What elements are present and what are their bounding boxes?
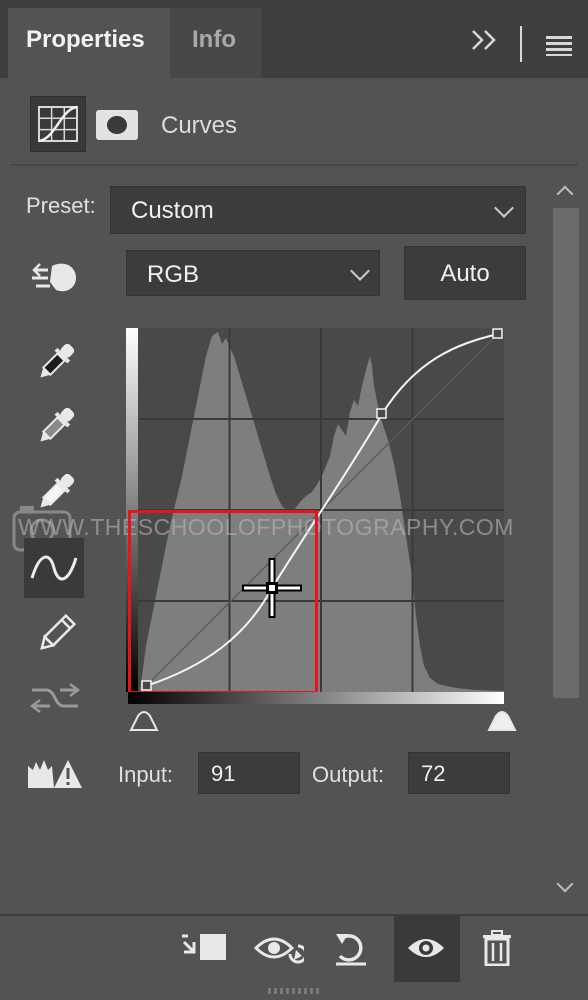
smooth-curve-icon[interactable] — [30, 678, 82, 718]
scroll-up-icon[interactable] — [556, 185, 574, 203]
black-point-slider[interactable] — [128, 704, 160, 734]
tab-properties[interactable]: Properties — [8, 8, 170, 78]
output-value-field[interactable]: 72 — [408, 752, 510, 794]
reset-icon[interactable] — [332, 930, 370, 968]
delete-icon[interactable] — [482, 930, 512, 966]
preset-label: Preset: — [26, 193, 96, 218]
tab-divider — [520, 26, 522, 62]
scroll-down-icon[interactable] — [556, 875, 574, 893]
curve-point-white[interactable] — [492, 328, 503, 339]
clipping-warning-icon[interactable] — [26, 756, 84, 792]
auto-button-label: Auto — [440, 260, 490, 287]
layer-mask-icon[interactable] — [96, 110, 138, 140]
pencil-icon[interactable] — [34, 612, 78, 656]
chevron-down-icon — [494, 198, 514, 218]
tab-info[interactable]: Info — [170, 8, 263, 78]
black-point-eyedropper-icon[interactable] — [34, 340, 78, 384]
preset-dropdown[interactable]: Custom — [110, 186, 526, 234]
output-label: Output: — [312, 762, 385, 787]
tab-info-label: Info — [192, 26, 236, 53]
on-image-adjust-icon[interactable] — [30, 258, 80, 298]
highlight-annotation-box — [128, 510, 318, 694]
clip-to-layer-icon[interactable] — [180, 930, 228, 966]
preset-value: Custom — [131, 197, 214, 224]
auto-button[interactable]: Auto — [404, 246, 526, 300]
curve-edit-tool[interactable] — [24, 538, 84, 598]
curves-adjustment-icon — [38, 105, 78, 143]
tab-properties-label: Properties — [26, 26, 145, 53]
channel-dropdown[interactable]: RGB — [126, 250, 380, 296]
panel-menu-icon[interactable] — [546, 36, 572, 56]
channel-value: RGB — [147, 261, 200, 288]
white-point-slider[interactable] — [486, 704, 518, 734]
curve-edit-icon — [30, 555, 78, 581]
visibility-eye-icon — [408, 939, 444, 957]
curve-point-highlight[interactable] — [376, 408, 387, 419]
input-label: Input: — [118, 762, 174, 787]
scroll-thumb[interactable] — [553, 208, 579, 698]
resize-grip-icon[interactable] — [268, 988, 320, 994]
header-divider — [10, 164, 578, 166]
input-value: 91 — [211, 761, 236, 786]
input-gradient-bar — [128, 692, 504, 704]
gray-point-eyedropper-icon[interactable] — [34, 404, 78, 448]
collapse-panel-icon[interactable] — [470, 28, 500, 52]
view-previous-state-icon[interactable] — [254, 932, 304, 966]
output-value: 72 — [421, 761, 446, 786]
adjustment-title: Curves — [161, 112, 238, 139]
input-value-field[interactable]: 91 — [198, 752, 300, 794]
curves-adjustment-button[interactable] — [30, 96, 86, 152]
chevron-down-icon — [350, 261, 370, 281]
